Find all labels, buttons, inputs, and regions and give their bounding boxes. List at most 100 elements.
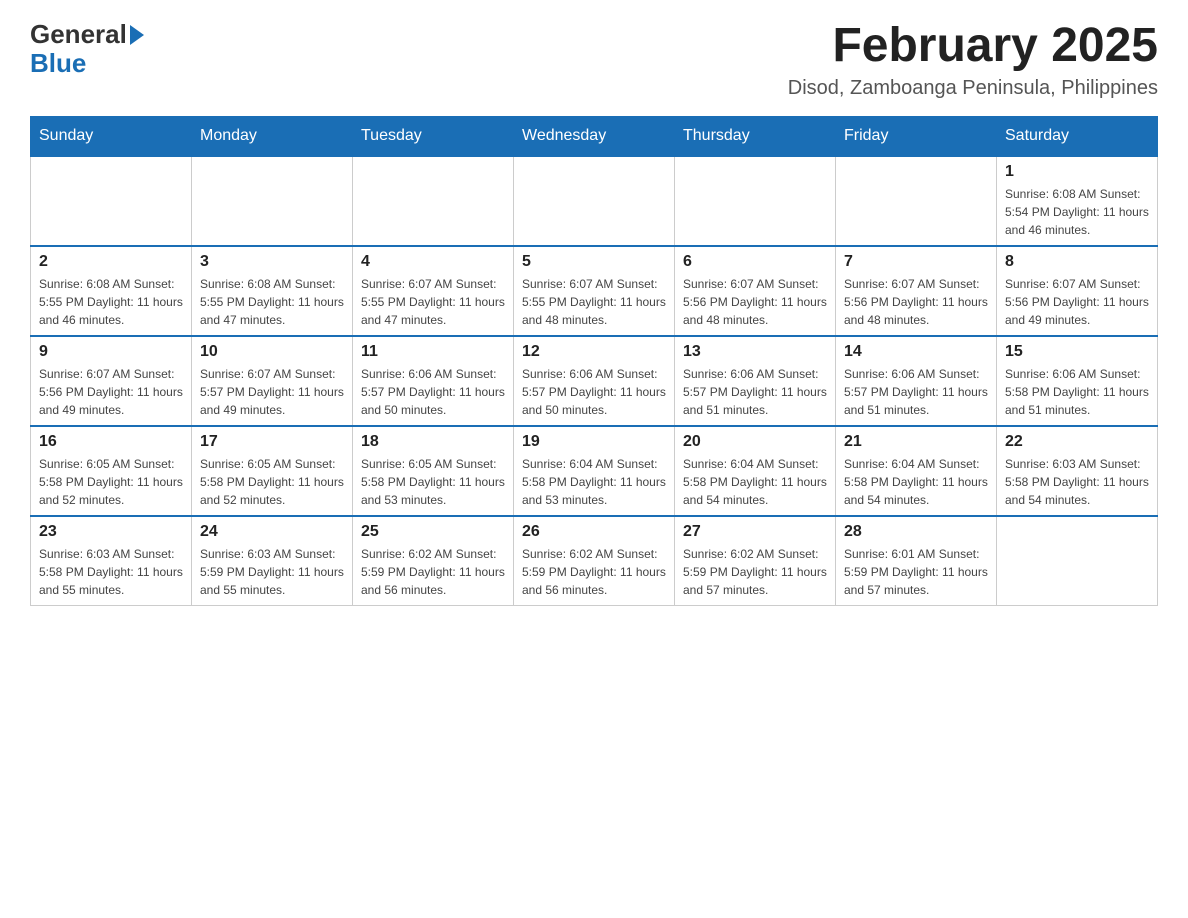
day-info: Sunrise: 6:05 AM Sunset: 5:58 PM Dayligh… [361, 455, 505, 509]
day-number: 17 [200, 433, 344, 451]
calendar-cell: 27 Sunrise: 6:02 AM Sunset: 5:59 PM Dayli… [675, 516, 836, 606]
day-info: Sunrise: 6:07 AM Sunset: 5:56 PM Dayligh… [39, 365, 183, 419]
day-number: 18 [361, 433, 505, 451]
day-of-week-header: Monday [192, 116, 353, 156]
day-number: 21 [844, 433, 988, 451]
calendar-cell: 15 Sunrise: 6:06 AM Sunset: 5:58 PM Dayli… [997, 336, 1158, 426]
calendar-cell [997, 516, 1158, 606]
logo-blue-text: Blue [30, 49, 86, 78]
day-info: Sunrise: 6:03 AM Sunset: 5:59 PM Dayligh… [200, 545, 344, 599]
day-number: 11 [361, 343, 505, 361]
day-number: 7 [844, 253, 988, 271]
calendar-cell: 12 Sunrise: 6:06 AM Sunset: 5:57 PM Dayli… [514, 336, 675, 426]
day-of-week-header: Tuesday [353, 116, 514, 156]
calendar-cell: 4 Sunrise: 6:07 AM Sunset: 5:55 PM Daylig… [353, 246, 514, 336]
calendar-cell: 22Sunrise: 6:03 AM Sunset: 5:58 PM Dayli… [997, 426, 1158, 516]
logo-general-text: General [30, 20, 127, 49]
day-number: 2 [39, 253, 183, 271]
day-info: Sunrise: 6:03 AM Sunset: 5:58 PM Dayligh… [1005, 455, 1149, 509]
calendar-cell: 17 Sunrise: 6:05 AM Sunset: 5:58 PM Dayli… [192, 426, 353, 516]
day-info: Sunrise: 6:06 AM Sunset: 5:57 PM Dayligh… [522, 365, 666, 419]
day-number: 15 [1005, 343, 1149, 361]
day-info: Sunrise: 6:07 AM Sunset: 5:55 PM Dayligh… [361, 275, 505, 329]
calendar-cell [836, 156, 997, 246]
calendar-cell: 21 Sunrise: 6:04 AM Sunset: 5:58 PM Dayli… [836, 426, 997, 516]
calendar-cell [675, 156, 836, 246]
calendar-cell: 11 Sunrise: 6:06 AM Sunset: 5:57 PM Dayli… [353, 336, 514, 426]
calendar-cell: 13Sunrise: 6:06 AM Sunset: 5:57 PM Dayli… [675, 336, 836, 426]
day-number: 28 [844, 523, 988, 541]
day-number: 23 [39, 523, 183, 541]
calendar-cell: 14Sunrise: 6:06 AM Sunset: 5:57 PM Dayli… [836, 336, 997, 426]
day-number: 8 [1005, 253, 1149, 271]
day-info: Sunrise: 6:08 AM Sunset: 5:54 PM Dayligh… [1005, 185, 1149, 239]
day-number: 9 [39, 343, 183, 361]
day-number: 3 [200, 253, 344, 271]
day-of-week-header: Friday [836, 116, 997, 156]
day-info: Sunrise: 6:06 AM Sunset: 5:58 PM Dayligh… [1005, 365, 1149, 419]
calendar-cell [353, 156, 514, 246]
day-info: Sunrise: 6:07 AM Sunset: 5:56 PM Dayligh… [683, 275, 827, 329]
day-info: Sunrise: 6:05 AM Sunset: 5:58 PM Dayligh… [200, 455, 344, 509]
day-of-week-header: Thursday [675, 116, 836, 156]
day-number: 19 [522, 433, 666, 451]
day-number: 26 [522, 523, 666, 541]
calendar-cell: 5Sunrise: 6:07 AM Sunset: 5:55 PM Daylig… [514, 246, 675, 336]
calendar-cell [514, 156, 675, 246]
calendar-table: SundayMondayTuesdayWednesdayThursdayFrid… [30, 116, 1158, 606]
calendar-cell: 6 Sunrise: 6:07 AM Sunset: 5:56 PM Daylig… [675, 246, 836, 336]
day-number: 1 [1005, 163, 1149, 181]
day-number: 25 [361, 523, 505, 541]
day-info: Sunrise: 6:04 AM Sunset: 5:58 PM Dayligh… [844, 455, 988, 509]
day-info: Sunrise: 6:02 AM Sunset: 5:59 PM Dayligh… [522, 545, 666, 599]
day-number: 6 [683, 253, 827, 271]
calendar-title: February 2025 [788, 20, 1158, 73]
day-info: Sunrise: 6:08 AM Sunset: 5:55 PM Dayligh… [200, 275, 344, 329]
day-number: 13 [683, 343, 827, 361]
day-number: 12 [522, 343, 666, 361]
calendar-cell: 20 Sunrise: 6:04 AM Sunset: 5:58 PM Dayli… [675, 426, 836, 516]
calendar-cell: 7 Sunrise: 6:07 AM Sunset: 5:56 PM Daylig… [836, 246, 997, 336]
calendar-cell [192, 156, 353, 246]
logo-triangle-icon [130, 25, 144, 45]
day-info: Sunrise: 6:01 AM Sunset: 5:59 PM Dayligh… [844, 545, 988, 599]
title-section: February 2025 Disod, Zamboanga Peninsula… [788, 20, 1158, 100]
day-info: Sunrise: 6:08 AM Sunset: 5:55 PM Dayligh… [39, 275, 183, 329]
calendar-cell: 16 Sunrise: 6:05 AM Sunset: 5:58 PM Dayli… [31, 426, 192, 516]
calendar-cell: 1 Sunrise: 6:08 AM Sunset: 5:54 PM Daylig… [997, 156, 1158, 246]
day-number: 27 [683, 523, 827, 541]
calendar-cell: 23 Sunrise: 6:03 AM Sunset: 5:58 PM Dayli… [31, 516, 192, 606]
calendar-cell: 25 Sunrise: 6:02 AM Sunset: 5:59 PM Dayli… [353, 516, 514, 606]
day-number: 10 [200, 343, 344, 361]
day-info: Sunrise: 6:07 AM Sunset: 5:57 PM Dayligh… [200, 365, 344, 419]
day-info: Sunrise: 6:07 AM Sunset: 5:56 PM Dayligh… [844, 275, 988, 329]
calendar-cell [31, 156, 192, 246]
page-header: General Blue February 2025 Disod, Zamboa… [30, 20, 1158, 100]
calendar-cell: 9 Sunrise: 6:07 AM Sunset: 5:56 PM Daylig… [31, 336, 192, 426]
calendar-cell: 3 Sunrise: 6:08 AM Sunset: 5:55 PM Daylig… [192, 246, 353, 336]
day-info: Sunrise: 6:04 AM Sunset: 5:58 PM Dayligh… [522, 455, 666, 509]
day-info: Sunrise: 6:07 AM Sunset: 5:56 PM Dayligh… [1005, 275, 1149, 329]
calendar-cell: 26 Sunrise: 6:02 AM Sunset: 5:59 PM Dayli… [514, 516, 675, 606]
day-info: Sunrise: 6:05 AM Sunset: 5:58 PM Dayligh… [39, 455, 183, 509]
calendar-cell: 19 Sunrise: 6:04 AM Sunset: 5:58 PM Dayli… [514, 426, 675, 516]
day-info: Sunrise: 6:02 AM Sunset: 5:59 PM Dayligh… [683, 545, 827, 599]
day-info: Sunrise: 6:03 AM Sunset: 5:58 PM Dayligh… [39, 545, 183, 599]
day-number: 20 [683, 433, 827, 451]
day-info: Sunrise: 6:06 AM Sunset: 5:57 PM Dayligh… [361, 365, 505, 419]
day-info: Sunrise: 6:02 AM Sunset: 5:59 PM Dayligh… [361, 545, 505, 599]
calendar-cell: 2 Sunrise: 6:08 AM Sunset: 5:55 PM Daylig… [31, 246, 192, 336]
calendar-subtitle: Disod, Zamboanga Peninsula, Philippines [788, 77, 1158, 100]
calendar-cell: 18 Sunrise: 6:05 AM Sunset: 5:58 PM Dayli… [353, 426, 514, 516]
day-of-week-header: Sunday [31, 116, 192, 156]
day-number: 14 [844, 343, 988, 361]
calendar-cell: 28 Sunrise: 6:01 AM Sunset: 5:59 PM Dayli… [836, 516, 997, 606]
day-of-week-header: Wednesday [514, 116, 675, 156]
calendar-cell: 24Sunrise: 6:03 AM Sunset: 5:59 PM Dayli… [192, 516, 353, 606]
day-info: Sunrise: 6:04 AM Sunset: 5:58 PM Dayligh… [683, 455, 827, 509]
day-of-week-header: Saturday [997, 116, 1158, 156]
day-number: 4 [361, 253, 505, 271]
day-number: 16 [39, 433, 183, 451]
logo: General Blue [30, 20, 144, 77]
day-info: Sunrise: 6:07 AM Sunset: 5:55 PM Dayligh… [522, 275, 666, 329]
